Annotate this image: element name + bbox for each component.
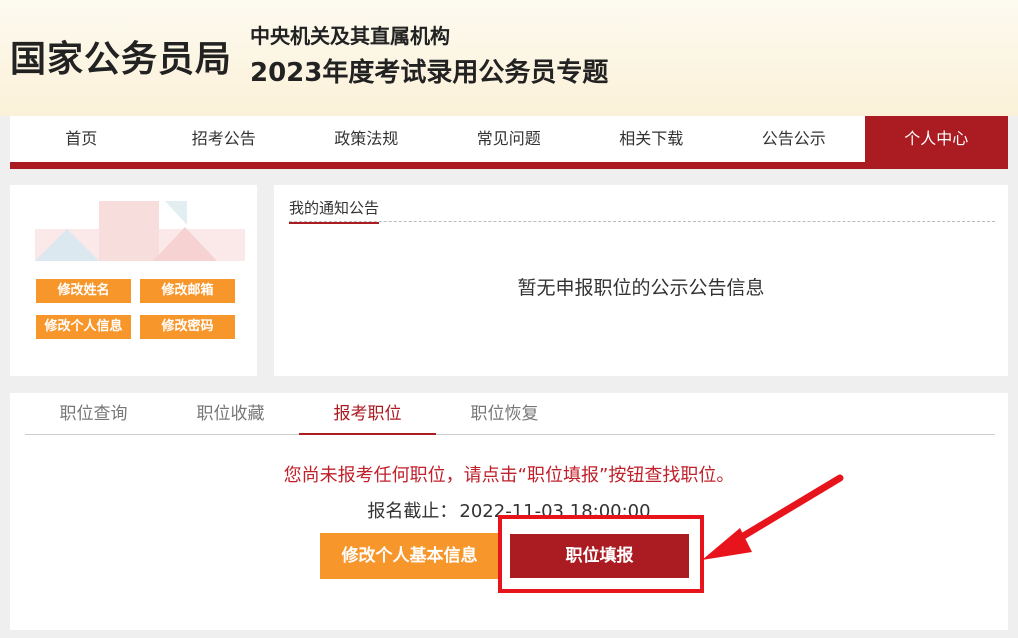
tab-applied-jobs[interactable]: 报考职位 [299,393,436,435]
tab-my-notices[interactable]: 我的通知公告 [289,197,380,224]
avatar [35,201,245,261]
tab-job-restore[interactable]: 职位恢复 [436,393,573,435]
job-tabs: 职位查询 职位收藏 报考职位 职位恢复 [25,393,995,435]
tab-job-favorites[interactable]: 职位收藏 [162,393,299,435]
jobs-panel: 职位查询 职位收藏 报考职位 职位恢复 您尚未报考任何职位，请点击“职位填报”按… [10,393,1008,630]
avatar-placeholder-icon [35,201,245,261]
edit-password-button[interactable]: 修改密码 [140,315,235,339]
notice-empty-message: 暂无申报职位的公示公告信息 [517,277,765,299]
site-logo[interactable]: 国家公务员局 [10,30,232,82]
nav-item-personal-center[interactable]: 个人中心 [865,116,1008,162]
deadline-label: 报名截止： [367,501,458,522]
header: 国家公务员局 中央机关及其直属机构 2023年度考试录用公务员专题 [0,0,1018,116]
job-application-button[interactable]: 职位填报 [510,534,689,578]
tab-job-search[interactable]: 职位查询 [25,393,162,435]
annotation-arrow-icon [702,474,844,560]
profile-panel: 修改姓名 修改邮箱 修改个人信息 修改密码 [10,185,257,376]
nav-item-public-notices[interactable]: 公告公示 [723,116,866,162]
edit-email-button[interactable]: 修改邮箱 [140,279,235,303]
edit-personal-info-button[interactable]: 修改个人信息 [36,315,131,339]
no-application-message: 您尚未报考任何职位，请点击“职位填报”按钮查找职位。 [283,465,735,486]
page-title: 2023年度考试录用公务员专题 [250,58,609,88]
nav-item-home[interactable]: 首页 [10,116,153,162]
divider [289,221,995,222]
edit-basic-info-button[interactable]: 修改个人基本信息 [320,533,499,579]
nav-item-faq[interactable]: 常见问题 [438,116,581,162]
main-nav: 首页 招考公告 政策法规 常见问题 相关下载 公告公示 个人中心 [10,116,1008,169]
nav-item-announcements[interactable]: 招考公告 [153,116,296,162]
nav-item-downloads[interactable]: 相关下载 [580,116,723,162]
edit-name-button[interactable]: 修改姓名 [36,279,131,303]
notice-panel: 我的通知公告 暂无申报职位的公示公告信息 [274,185,1008,376]
header-subtitle: 中央机关及其直属机构 [250,24,450,48]
nav-item-policies[interactable]: 政策法规 [295,116,438,162]
